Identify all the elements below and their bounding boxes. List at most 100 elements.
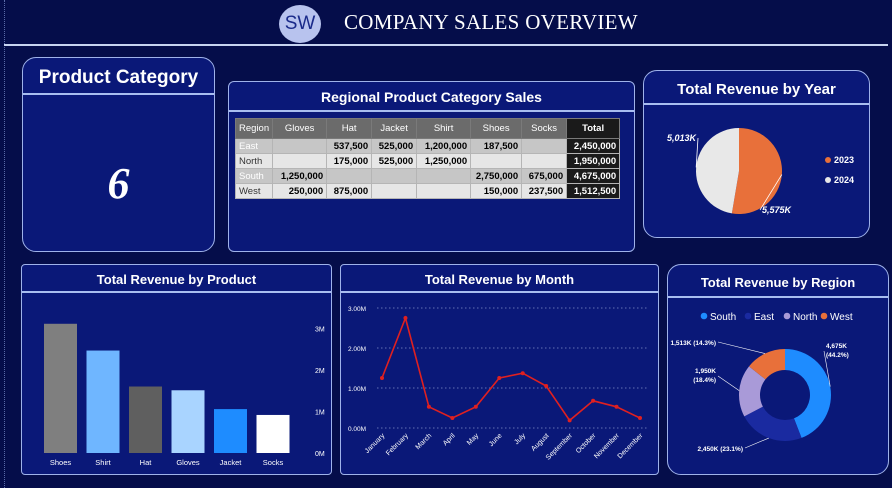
bar-Hat [129,386,162,453]
data-point-November [614,404,619,409]
revenue-by-product-card[interactable]: Total Revenue by Product Shoes Shirt Hat Gl… [21,264,332,475]
x-tick-label: May [466,432,481,447]
table-cell [326,168,373,184]
data-point-May [473,404,478,409]
leader-line [717,375,740,391]
x-tick-label: August [530,432,550,452]
legend-swatch [825,177,831,183]
x-tick-label: Shoes [50,458,72,467]
table-cell: 187,500 [470,138,523,154]
table-cell [521,138,568,154]
product-category-card[interactable]: Product Category 6 [22,57,215,252]
y-tick-label: 3M [315,327,325,334]
table-cell: 2,750,000 [470,168,523,184]
data-label: (18.4%) [693,377,716,384]
x-tick-label: June [488,432,504,448]
y-tick-label: 0.00M [348,426,366,433]
data-label: 4,675K [826,343,847,350]
table-cell: 525,000 [371,153,418,169]
revenue-by-year-card[interactable]: Total Revenue by Year 5,575K 5,013K 2023 20… [643,70,870,238]
column-header[interactable]: Socks [521,118,568,139]
header: SW COMPANY SALES OVERVIEW [0,0,892,46]
x-tick-label: April [442,432,457,447]
company-logo: SW [279,5,321,43]
table-cell [371,183,418,199]
table-cell: 1,950,000 [566,153,621,169]
x-tick-label: Shirt [95,458,111,467]
legend-swatch [820,312,828,320]
data-point-January [380,376,384,380]
revenue-by-month-card[interactable]: Total Revenue by Month 0.00M 1.00M 2.00M 3.… [340,264,659,475]
regional-sales-table: Region Gloves Hat Jacket Shirt Shoes Soc… [234,118,621,199]
table-cell: North [234,153,274,169]
series-line [381,315,641,422]
data-label: 1,950K [695,368,716,375]
table-cell: 250,000 [272,183,328,199]
table-cell: 175,000 [326,153,373,169]
regional-sales-card[interactable]: Regional Product Category Sales Region G… [228,81,635,252]
column-header[interactable]: Hat [326,118,373,139]
data-point-August [544,384,549,388]
table-row[interactable]: East 537,500 525,000 1,200,000 187,500 2… [234,138,621,154]
table-cell: 1,250,000 [416,153,472,169]
x-tick-label: February [385,432,410,457]
table-row[interactable]: South 1,250,000 2,750,000 675,000 4,675,… [234,168,621,184]
bar-Socks [256,414,290,453]
table-cell [416,183,472,199]
data-point-March [426,404,431,409]
table-cell: 525,000 [371,138,418,154]
column-header[interactable]: Total [566,118,621,139]
column-header[interactable]: Jacket [371,118,418,139]
x-tick-label: January [364,432,387,455]
leader-line [717,341,766,354]
pie-slice-2024 [696,128,739,214]
legend-swatch [783,312,791,320]
table-row[interactable]: North 175,000 525,000 1,250,000 1,950,00… [234,153,621,169]
data-point-April [450,416,455,420]
table-cell: 1,512,500 [566,183,621,199]
bar-Gloves [171,390,205,453]
data-label: 1,513K (14.3%) [670,340,716,347]
data-label: 5,575K [762,205,793,215]
y-tick-label: 1M [315,410,325,417]
year-pie-chart: 5,575K 5,013K 2023 2024 [667,128,854,215]
product-bar-chart: Shoes Shirt Hat Gloves Jacket Socks 0M 1M 2M 3M [44,323,325,467]
x-tick-label: October [575,432,598,455]
card-title: Product Category [38,67,199,88]
column-header[interactable]: Gloves [272,118,328,139]
data-point-September [567,418,572,423]
table-cell: East [234,138,274,154]
legend-swatch [744,312,752,320]
legend-label-East: East [754,312,774,323]
x-tick-label: December [617,432,645,460]
data-label: 5,013K [667,133,698,143]
table-cell [470,153,523,169]
y-tick-label: 2M [315,368,325,375]
y-tick-label: 1.00M [348,386,366,393]
column-header[interactable]: Shoes [470,118,523,139]
bar-Jacket [214,409,247,453]
leader-line [744,437,769,449]
kpi-value: 6 [107,159,130,208]
pie-slice-2023 [731,128,782,214]
region-donut-chart: South East North West 4,675K (44.2%) 2,450K (2… [670,312,853,453]
data-point-February [403,316,408,320]
data-point-July [520,371,525,376]
table-cell [371,168,418,184]
table-cell: 150,000 [470,183,523,199]
table-cell: 537,500 [326,138,373,154]
card-divider [23,93,214,95]
x-tick-label: Gloves [176,458,200,467]
legend-swatch [700,312,708,320]
column-header[interactable]: Region [234,118,274,139]
revenue-by-region-card[interactable]: Total Revenue by Region South East North We… [667,264,889,475]
legend-label-West: West [830,312,853,323]
card-divider [229,110,634,112]
column-header[interactable]: Shirt [416,118,472,139]
table-row[interactable]: West 250,000 875,000 150,000 237,500 1,5… [234,183,621,199]
legend-label-North: North [793,312,817,323]
table-cell: 4,675,000 [566,168,621,184]
table-cell: West [234,183,274,199]
table-cell: South [234,168,274,184]
legend-label-2023: 2023 [834,155,854,165]
